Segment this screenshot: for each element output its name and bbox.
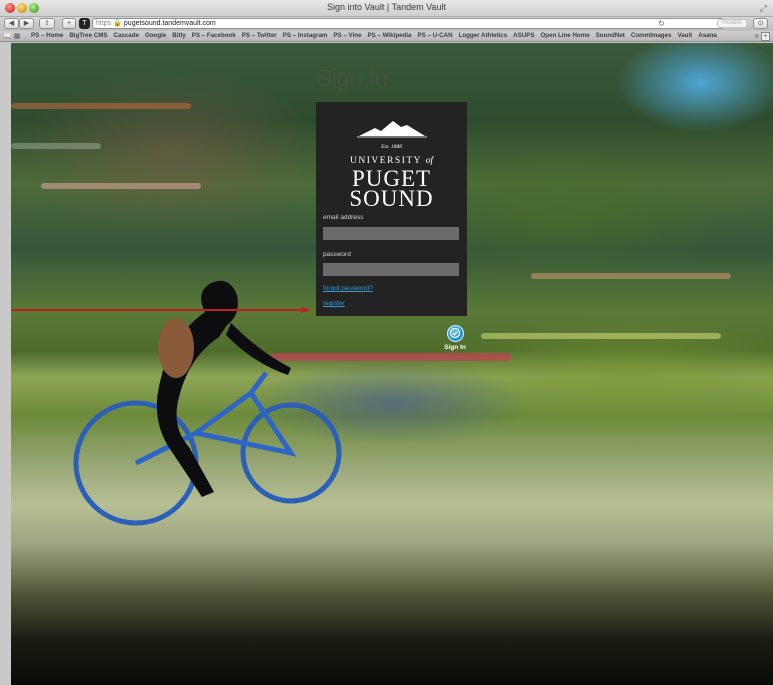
share-icon: ⇪ <box>44 20 50 27</box>
bookmark-item[interactable]: Vault <box>677 32 692 39</box>
bookmark-item[interactable]: Google <box>145 32 166 39</box>
password-label: password <box>323 251 351 258</box>
bookmark-item[interactable]: Bitly <box>172 32 185 39</box>
reader-button[interactable]: Reader <box>717 19 747 28</box>
add-bookmark-icon[interactable]: + <box>761 32 770 41</box>
background-streak <box>11 103 191 109</box>
sign-in-label: Sign In <box>444 344 466 351</box>
bookmark-item[interactable]: Cascade <box>114 32 139 39</box>
mountain-logo-icon <box>356 121 427 138</box>
university-logo: Est. 1888 UNIVERSITY of PUGET SOUND <box>316 120 467 211</box>
site-favicon: T <box>79 18 90 29</box>
top-sites-icon[interactable]: ▦ <box>14 33 21 40</box>
background-streak <box>41 183 201 189</box>
bookmark-item[interactable]: PS – Home <box>31 32 63 39</box>
lock-icon: 🔒 <box>113 20 122 27</box>
url-host: pugetsound.tandemvault.com <box>123 20 216 27</box>
bookmarks-icon[interactable]: 📖 <box>3 33 12 40</box>
window-titlebar: Sign into Vault | Tandem Vault ⤢ <box>0 0 773 17</box>
email-label: email address <box>323 214 364 221</box>
bookmark-item[interactable]: BigTree CMS <box>69 32 107 39</box>
bookmark-item[interactable]: Open Line Home <box>540 32 589 39</box>
plus-icon: + <box>66 20 72 27</box>
forward-button[interactable]: ▶ <box>19 18 34 29</box>
email-field[interactable] <box>323 227 459 240</box>
bookmark-item[interactable]: PS – Vine <box>333 32 361 39</box>
downloads-button[interactable]: ⊙ <box>753 18 768 29</box>
page-heading: Sign In <box>316 65 388 92</box>
background-streak <box>11 143 101 149</box>
reload-icon[interactable]: ↻ <box>658 19 665 28</box>
bookmark-item[interactable]: PS – Wikipedia <box>368 32 412 39</box>
logo-university: UNIVERSITY of <box>350 156 433 166</box>
new-tab-button[interactable]: + <box>62 18 76 29</box>
back-button[interactable]: ◀ <box>4 18 19 29</box>
forward-icon: ▶ <box>23 20 30 27</box>
background-streak <box>481 333 721 339</box>
forgot-password-link[interactable]: forgot password? <box>323 285 373 292</box>
bookmark-item[interactable]: PS – Twitter <box>242 32 277 39</box>
register-link[interactable]: register <box>323 300 345 307</box>
bookmark-item[interactable]: PS – Facebook <box>192 32 236 39</box>
annotation-arrow <box>11 307 311 313</box>
bookmark-item[interactable]: ASUPS <box>513 32 534 39</box>
url-protocol: https <box>96 20 112 27</box>
bookmark-item[interactable]: CommImages <box>631 32 672 39</box>
logo-sound: SOUND <box>349 186 434 211</box>
login-panel: Est. 1888 UNIVERSITY of PUGET SOUND emai… <box>316 102 467 316</box>
bookmark-item[interactable]: Logger Athletics <box>459 32 508 39</box>
checkmark-icon <box>446 325 464 342</box>
bookmark-item[interactable]: PS – Instagram <box>283 32 328 39</box>
browser-toolbar: ◀ ▶ ⇪ + T https 🔒 pugetsound.tandemvault.c… <box>0 17 773 31</box>
fullscreen-icon[interactable]: ⤢ <box>760 3 767 14</box>
downloads-icon: ⊙ <box>757 20 764 27</box>
bookmark-list: PS – Home BigTree CMS Cascade Google Bitly PS… <box>31 32 723 39</box>
bookmark-item[interactable]: Asana <box>698 32 717 39</box>
bookmarks-overflow-icon[interactable]: » <box>755 31 759 40</box>
window-title: Sign into Vault | Tandem Vault <box>327 2 446 12</box>
logo-est-year: Est. 1888 <box>381 144 402 150</box>
background-streak <box>531 273 731 279</box>
page-viewport: Sign In Est. 1888 UNIVERSITY of PUGET SO… <box>11 43 773 685</box>
address-bar[interactable]: https 🔒 pugetsound.tandemvault.com ↻ <box>92 18 724 29</box>
password-field[interactable] <box>323 263 459 276</box>
share-button[interactable]: ⇪ <box>39 18 55 29</box>
back-icon: ◀ <box>8 20 15 27</box>
bookmarks-bar: 📖 ▦ PS – Home BigTree CMS Cascade Google Bit… <box>0 31 773 42</box>
bookmark-item[interactable]: PS – U-CAN <box>417 32 452 39</box>
sign-in-button[interactable]: Sign In <box>440 325 470 351</box>
bookmark-item[interactable]: SoundNet <box>596 32 625 39</box>
